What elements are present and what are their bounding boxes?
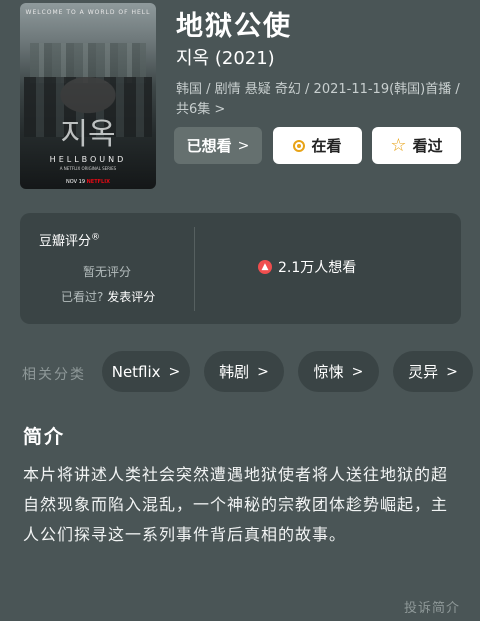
meta-info-link[interactable]: 韩国 / 剧情 悬疑 奇幻 / 2021-11-19(韩国)首播 / 共6集 > [176, 80, 466, 120]
watching-button[interactable]: 在看 [273, 127, 362, 164]
chevron-right-icon: > [257, 363, 269, 380]
page-title: 地狱公使 [176, 11, 292, 42]
registered-mark: ® [91, 232, 101, 243]
rating-card: 豆瓣评分® 暂无评分 已看过? 发表评分 ▲ 2.1万人想看 [20, 213, 461, 324]
category-chip-thriller[interactable]: 惊悚 > [298, 351, 379, 392]
seen-prompt: 已看过? 发表评分 [61, 288, 155, 305]
chevron-right-icon: > [237, 137, 250, 154]
wish-count: ▲ 2.1万人想看 [258, 257, 356, 277]
intro-text: 本片将讲述人类社会突然遭遇地狱使者将人送往地狱的超自然现象而陷入混乱，一个神秘的… [23, 465, 449, 544]
category-chip-label: 灵异 [408, 363, 439, 381]
wish-count-text: 2.1万人想看 [278, 260, 357, 276]
poster-brand: NETFLIX [86, 179, 110, 185]
poster-subtitle: A NETFLIX ORIGINAL SERIES [59, 166, 117, 171]
category-chip-label: Netflix [111, 362, 161, 381]
wished-button[interactable]: 已想看 > [174, 127, 262, 164]
intro-heading: 简介 [23, 426, 66, 448]
category-chip-supernatural[interactable]: 灵异 > [393, 351, 473, 392]
poster-release: NOV 19 NETFLIX [20, 179, 156, 185]
chevron-right-icon: > [446, 363, 458, 380]
category-chip-korean-drama[interactable]: 韩剧 > [204, 351, 284, 392]
watching-icon [293, 139, 306, 152]
post-review-link[interactable]: 发表评分 [107, 290, 155, 304]
poster-image[interactable]: WELCOME TO A WORLD OF HELL 지옥 HELLBOUND … [20, 3, 156, 189]
star-icon: ☆ [390, 134, 407, 156]
wished-button-label: 已想看 [186, 137, 232, 155]
no-rating-text: 暂无评分 [82, 265, 131, 279]
category-label: 相关分类 [22, 367, 86, 383]
category-chip-label: 韩剧 [219, 363, 250, 381]
poster-tagline: WELCOME TO A WORLD OF HELL [25, 9, 151, 16]
rating-divider [194, 227, 195, 311]
original-title: 지옥 (2021) [176, 48, 275, 69]
category-chip-label: 惊悚 [313, 363, 344, 381]
chevron-right-icon: > [168, 363, 181, 380]
poster-release-date: NOV 19 [66, 179, 86, 185]
watching-button-label: 在看 [311, 137, 342, 155]
seen-prompt-text: 已看过? [61, 290, 104, 304]
watched-button-label: 看过 [412, 137, 443, 155]
report-intro-link[interactable]: 投诉简介 [404, 597, 460, 616]
chevron-right-icon: > [351, 363, 364, 380]
watched-button[interactable]: ☆ 看过 [372, 127, 461, 164]
category-chip-netflix[interactable]: Netflix > [102, 351, 190, 392]
rating-label: 豆瓣评分® [39, 232, 101, 249]
poster-korean-title: 지옥 [60, 117, 116, 152]
fire-icon: ▲ [258, 260, 272, 274]
poster-english-title: HELLBOUND [49, 155, 127, 164]
